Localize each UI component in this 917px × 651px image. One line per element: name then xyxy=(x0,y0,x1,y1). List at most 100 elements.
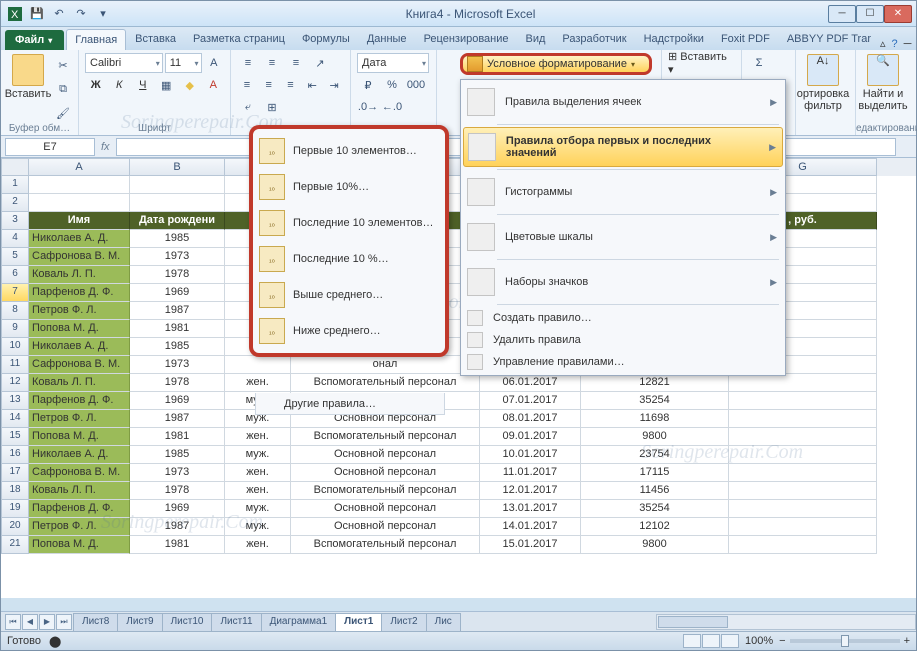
sheet-tab[interactable]: Лист11 xyxy=(211,613,261,631)
merge-icon[interactable]: ⊞ xyxy=(261,96,283,118)
zoom-out-icon[interactable]: − xyxy=(779,635,785,647)
cell[interactable]: Основной персонал xyxy=(291,500,480,518)
sheet-nav-next-icon[interactable]: ▶ xyxy=(39,614,55,630)
align-center-icon[interactable]: ≡ xyxy=(259,74,279,96)
cell[interactable]: Вспомогательный персонал xyxy=(291,428,480,446)
submenu-item[interactable]: ₁₀Последние 10 %… xyxy=(255,241,443,277)
cell[interactable]: 08.01.2017 xyxy=(480,410,581,428)
maximize-button[interactable]: ☐ xyxy=(856,5,884,23)
macro-record-icon[interactable]: ⬤ xyxy=(49,635,61,648)
sheet-tab[interactable]: Лис xyxy=(426,613,461,631)
indent-inc-icon[interactable]: ⇥ xyxy=(324,74,344,96)
cell[interactable]: 1985 xyxy=(130,446,225,464)
row-header[interactable]: 21 xyxy=(1,536,29,554)
row-header[interactable]: 8 xyxy=(1,302,29,320)
cell[interactable]: 1978 xyxy=(130,266,225,284)
column-header[interactable]: A xyxy=(29,158,130,176)
cell[interactable]: 1985 xyxy=(130,230,225,248)
minimize-button[interactable]: ─ xyxy=(828,5,856,23)
row-header[interactable]: 11 xyxy=(1,356,29,374)
cell[interactable] xyxy=(729,464,877,482)
zoom-in-icon[interactable]: + xyxy=(904,635,910,647)
font-name-combo[interactable]: Calibri xyxy=(85,53,163,73)
autosum-icon[interactable]: Σ xyxy=(748,52,770,74)
cell[interactable] xyxy=(729,374,877,392)
currency-icon[interactable]: ₽ xyxy=(357,74,379,96)
cell[interactable]: жен. xyxy=(225,428,291,446)
cf-menu-item[interactable]: Правила выделения ячеек▶ xyxy=(463,82,783,122)
row-header[interactable]: 15 xyxy=(1,428,29,446)
insert-cells-button[interactable]: ⊞ Вставить ▾ xyxy=(668,50,735,76)
cell[interactable]: муж. xyxy=(225,446,291,464)
paste-button[interactable]: Вставить xyxy=(7,52,49,100)
cf-menu-item[interactable]: Гистограммы▶ xyxy=(463,172,783,212)
cell[interactable]: Сафронова В. М. xyxy=(29,248,130,266)
cf-menu-item[interactable]: Создать правило… xyxy=(463,307,783,329)
cell[interactable]: 12821 xyxy=(581,374,729,392)
italic-icon[interactable]: К xyxy=(109,74,131,96)
cell[interactable]: 35254 xyxy=(581,500,729,518)
submenu-item[interactable]: ₁₀Первые 10%… xyxy=(255,169,443,205)
cell[interactable]: 1981 xyxy=(130,428,225,446)
cell[interactable]: 11698 xyxy=(581,410,729,428)
cell[interactable]: 12.01.2017 xyxy=(480,482,581,500)
orientation-icon[interactable]: ↗ xyxy=(309,52,331,74)
window-minimize-icon[interactable]: ─ xyxy=(904,38,912,50)
row-header[interactable]: 19 xyxy=(1,500,29,518)
cell[interactable]: Попова М. Д. xyxy=(29,320,130,338)
row-header[interactable]: 18 xyxy=(1,482,29,500)
help-icon[interactable]: ? xyxy=(892,38,898,50)
name-box[interactable]: E7 xyxy=(5,138,95,156)
bold-icon[interactable]: Ж xyxy=(85,74,107,96)
cell[interactable]: 15.01.2017 xyxy=(480,536,581,554)
format-painter-icon[interactable]: 🖌 xyxy=(52,102,74,124)
cell[interactable]: жен. xyxy=(225,482,291,500)
cell[interactable] xyxy=(729,446,877,464)
sheet-tab[interactable]: Лист10 xyxy=(162,613,213,631)
percent-icon[interactable]: % xyxy=(381,74,403,96)
other-rules-item[interactable]: Другие правила… xyxy=(255,393,445,415)
cell[interactable]: 1987 xyxy=(130,518,225,536)
page-break-view-icon[interactable] xyxy=(721,634,739,648)
cell[interactable] xyxy=(225,356,291,374)
ribbon-tab[interactable]: Foxit PDF xyxy=(713,29,778,50)
align-top-icon[interactable]: ≡ xyxy=(237,52,259,74)
cell[interactable]: 17115 xyxy=(581,464,729,482)
cell[interactable]: 12102 xyxy=(581,518,729,536)
row-header[interactable]: 1 xyxy=(1,176,29,194)
cell[interactable]: Коваль Л. П. xyxy=(29,374,130,392)
ribbon-tab[interactable]: Разметка страниц xyxy=(185,29,293,50)
row-header[interactable]: 7 xyxy=(1,284,29,302)
cell[interactable]: 1985 xyxy=(130,338,225,356)
cell[interactable]: 10.01.2017 xyxy=(480,446,581,464)
cell[interactable]: 1973 xyxy=(130,356,225,374)
submenu-item[interactable]: ₁₀Последние 10 элементов… xyxy=(255,205,443,241)
cell[interactable]: Вспомогательный персонал xyxy=(291,482,480,500)
save-icon[interactable]: 💾 xyxy=(27,4,47,24)
close-button[interactable]: ✕ xyxy=(884,5,912,23)
cell[interactable]: Основной персонал xyxy=(291,518,480,536)
cell[interactable]: 9800 xyxy=(581,536,729,554)
horizontal-scrollbar[interactable] xyxy=(656,614,916,630)
cell[interactable]: 1969 xyxy=(130,500,225,518)
cell[interactable]: жен. xyxy=(225,464,291,482)
row-header[interactable]: 10 xyxy=(1,338,29,356)
cell[interactable]: Попова М. Д. xyxy=(29,428,130,446)
cell[interactable]: 9800 xyxy=(581,428,729,446)
font-size-combo[interactable]: 11 xyxy=(165,53,202,73)
cell[interactable]: 07.01.2017 xyxy=(480,392,581,410)
cell[interactable]: Парфенов Д. Ф. xyxy=(29,500,130,518)
row-header[interactable]: 12 xyxy=(1,374,29,392)
cell[interactable]: 1981 xyxy=(130,320,225,338)
cell[interactable]: Николаев А. Д. xyxy=(29,446,130,464)
ribbon-minimize-icon[interactable]: ▵ xyxy=(880,37,886,50)
cell[interactable] xyxy=(729,482,877,500)
normal-view-icon[interactable] xyxy=(683,634,701,648)
sheet-tab[interactable]: Лист8 xyxy=(73,613,118,631)
cell[interactable]: 23754 xyxy=(581,446,729,464)
align-mid-icon[interactable]: ≡ xyxy=(261,52,283,74)
cell[interactable]: Основной персонал xyxy=(291,464,480,482)
cell[interactable]: Сафронова В. М. xyxy=(29,356,130,374)
cell[interactable] xyxy=(729,392,877,410)
select-all-corner[interactable] xyxy=(1,158,29,176)
